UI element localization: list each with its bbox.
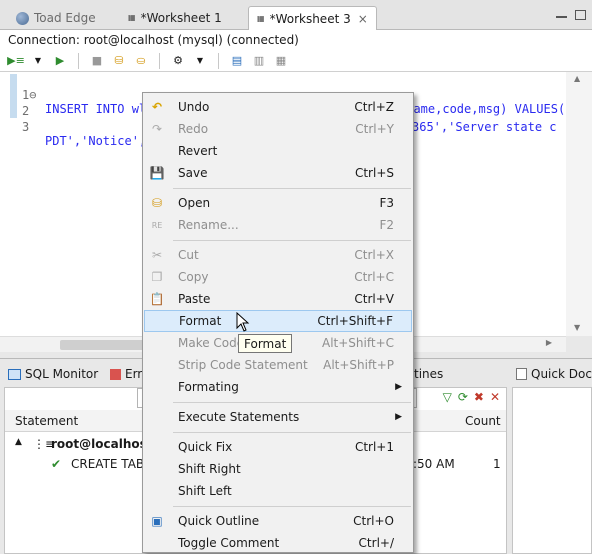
run-icon[interactable]: ▶ [52, 53, 68, 69]
quick-doc-panel [512, 387, 592, 554]
window-controls [556, 10, 586, 20]
toolbar-separator [78, 52, 79, 69]
menu-separator [173, 506, 411, 507]
menu-separator [173, 240, 411, 241]
menu-item-formating[interactable]: Formating ▶ [144, 376, 412, 398]
layout-grid-icon[interactable]: ▦ [273, 53, 289, 69]
copy-icon: ❐ [151, 270, 163, 284]
tab-label: tines [414, 367, 444, 381]
menu-item-execute-statements[interactable]: Execute Statements ▶ [144, 406, 412, 428]
commit-icon[interactable]: ⛁ [111, 53, 127, 69]
menu-item-undo[interactable]: ↶ Undo Ctrl+Z [144, 96, 412, 118]
format-tooltip: Format [238, 334, 293, 353]
editor-vertical-scrollbar[interactable]: ▲ ▼ [566, 72, 592, 336]
cut-icon: ✂ [151, 248, 163, 262]
close-tab-icon[interactable]: × [358, 12, 368, 26]
tab-label: Quick Doc [531, 367, 592, 381]
tab-worksheet-3[interactable]: ▦ *Worksheet 3 × [248, 6, 377, 31]
open-icon: ⛁ [151, 196, 163, 210]
layout-icon[interactable]: ▤ [229, 53, 245, 69]
redo-icon: ↷ [151, 122, 163, 136]
filter-icon[interactable]: ▽ [443, 390, 452, 404]
error-icon [110, 368, 121, 380]
dropdown-arrow-icon[interactable]: ▼ [30, 53, 46, 69]
dropdown-arrow-icon[interactable]: ▼ [192, 53, 208, 69]
menu-item-quick-fix[interactable]: Quick Fix Ctrl+1 [144, 436, 412, 458]
editor-context-menu: ↶ Undo Ctrl+Z ↷ Redo Ctrl+Y Revert 💾 Save C… [142, 92, 414, 553]
menu-item-redo[interactable]: ↷ Redo Ctrl+Y [144, 118, 412, 140]
execute-script-icon[interactable]: ▶≡ [7, 53, 25, 69]
layout-split-icon[interactable]: ▥ [251, 53, 267, 69]
toolbar-separator [159, 52, 160, 69]
tab-worksheet-1[interactable]: ▦ *Worksheet 1 [120, 6, 230, 30]
success-check-icon: ✔ [51, 457, 62, 471]
editor-line-continuation: 365','Server state c [0, 106, 557, 134]
panel-toolbar: ▽ ⟳ ✖ ✕ [443, 390, 500, 404]
menu-item-copy[interactable]: ❐ Copy Ctrl+C [144, 266, 412, 288]
rename-icon: RE [151, 220, 163, 230]
column-statement[interactable]: Statement [15, 414, 78, 428]
toolbar-separator [218, 52, 219, 69]
scroll-right-icon[interactable]: ▶ [546, 338, 552, 347]
menu-item-quick-outline[interactable]: ▣ Quick Outline Ctrl+O [144, 510, 412, 532]
menu-item-open[interactable]: ⛁ Open F3 [144, 192, 412, 214]
row-statement: CREATE TABL [71, 457, 151, 471]
undo-icon: ↶ [151, 100, 163, 114]
menu-item-toggle-comment[interactable]: Toggle Comment Ctrl+/ [144, 532, 412, 554]
menu-item-shift-right[interactable]: Shift Right [144, 458, 412, 480]
expand-toggle-icon[interactable]: ▲ [15, 437, 22, 447]
menu-item-format[interactable]: Format Ctrl+Shift+F [144, 310, 412, 332]
rollback-icon[interactable]: ⛀ [133, 53, 149, 69]
menu-item-revert[interactable]: Revert [144, 140, 412, 162]
submenu-arrow-icon: ▶ [395, 412, 402, 422]
connection-status: Connection: root@localhost (mysql) (conn… [0, 30, 592, 50]
monitor-icon [8, 368, 21, 380]
menu-item-strip-code[interactable]: Strip Code Statement Alt+Shift+P [144, 354, 412, 376]
line-code: 365','Server state c [412, 120, 557, 134]
editor-toolbar: ▶≡ ▼ ▶ ■ ⛁ ⛀ ⚙ ▼ ▤ ▥ ▦ [0, 50, 592, 72]
mouse-pointer-icon [236, 312, 250, 332]
menu-separator [173, 188, 411, 189]
menu-item-cut[interactable]: ✂ Cut Ctrl+X [144, 244, 412, 266]
remove-all-icon[interactable]: ✖ [474, 390, 484, 404]
minimize-button[interactable] [556, 10, 567, 18]
transaction-icon[interactable]: ⚙ [170, 53, 186, 69]
submenu-arrow-icon: ▶ [395, 382, 402, 392]
refresh-icon[interactable]: ⟳ [458, 390, 468, 404]
save-icon: 💾 [149, 166, 165, 180]
menu-item-rename[interactable]: RE Rename... F2 [144, 214, 412, 236]
sql-icon: ▦ [257, 14, 265, 23]
sql-icon: ▦ [128, 13, 136, 22]
row-count: 1 [493, 457, 501, 471]
tab-label: Toad Edge [34, 11, 96, 25]
line-code: PDT','Notice', [45, 134, 147, 148]
scroll-up-icon[interactable]: ▲ [574, 74, 580, 83]
menu-separator [173, 432, 411, 433]
tab-label: SQL Monitor [25, 367, 99, 381]
scroll-down-icon[interactable]: ▼ [574, 323, 580, 332]
outline-icon: ▣ [151, 514, 163, 528]
menu-item-shift-left[interactable]: Shift Left [144, 480, 412, 502]
maximize-button[interactable] [575, 10, 586, 20]
menu-item-save[interactable]: 💾 Save Ctrl+S [144, 162, 412, 184]
row-time: :50 AM [413, 457, 455, 471]
globe-icon [16, 11, 29, 25]
editor-tab-bar: Toad Edge ▦ *Worksheet 1 ▦ *Worksheet 3 … [0, 0, 592, 31]
editor-line[interactable]: 1⊖ INSERT INTO wlslog(time_stamp,categor… [0, 74, 572, 116]
editor-line[interactable]: 2 [0, 90, 29, 118]
tab-toad-edge[interactable]: Toad Edge [8, 6, 104, 30]
tab-sql-monitor[interactable]: SQL Monitor [8, 363, 98, 385]
tab-label: *Worksheet 1 [140, 11, 222, 25]
menu-item-paste[interactable]: 📋 Paste Ctrl+V [144, 288, 412, 310]
tab-routines[interactable]: tines [414, 363, 443, 385]
doc-icon [516, 368, 527, 380]
tab-label: *Worksheet 3 [269, 12, 351, 26]
stop-icon[interactable]: ■ [89, 53, 105, 69]
tab-quick-doc[interactable]: Quick Doc [516, 363, 592, 385]
remove-icon[interactable]: ✕ [490, 390, 500, 404]
column-count[interactable]: Count [465, 414, 501, 428]
paste-icon: 📋 [149, 292, 165, 306]
menu-separator [173, 402, 411, 403]
